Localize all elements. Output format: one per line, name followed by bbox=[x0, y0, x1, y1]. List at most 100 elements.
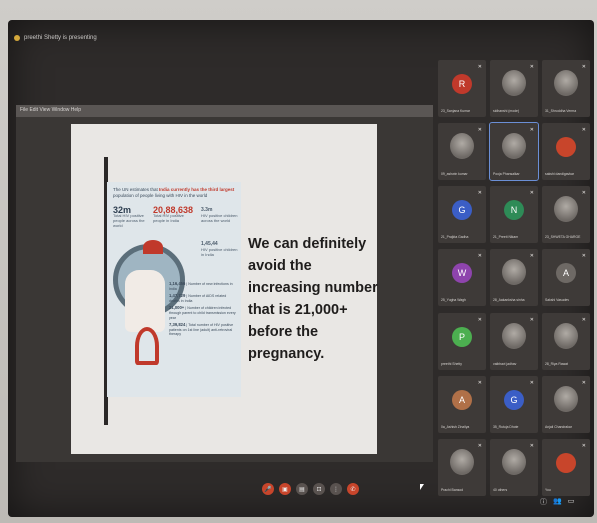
mic-off-icon: ✕ bbox=[581, 253, 586, 260]
participant-name: You bbox=[545, 487, 551, 492]
participant-name: 0a_Ashish Zinzilya bbox=[441, 424, 470, 429]
participant-tile[interactable]: ✕ 31_Shruddha Verma bbox=[542, 60, 590, 117]
participant-tile[interactable]: A ✕ Sakshi Vasudev bbox=[542, 249, 590, 307]
avatar bbox=[556, 452, 576, 473]
avatar: A bbox=[452, 389, 472, 410]
participant-name: sidhanshi (mode) bbox=[493, 109, 520, 113]
mic-off-icon: ✕ bbox=[477, 64, 482, 70]
participant-tile[interactable]: ✕ You bbox=[542, 438, 590, 496]
stats-list: 1,16,456 | Number of new infections in I… bbox=[169, 281, 237, 340]
red-ribbon-icon bbox=[135, 327, 159, 365]
participant-tile[interactable]: ✕ 40 others bbox=[490, 438, 538, 496]
hands-graphic bbox=[125, 270, 165, 332]
participant-video bbox=[502, 133, 526, 160]
avatar: N bbox=[504, 200, 524, 221]
hiv-infographic: The UN estimates that India currently ha… bbox=[107, 182, 241, 397]
avatar: G bbox=[504, 389, 524, 410]
participant-tile[interactable]: P ✕ preethi Shetty bbox=[438, 312, 486, 370]
share-menu[interactable]: File Edit View Window Help bbox=[20, 107, 81, 113]
participant-tile[interactable]: ✕ 28_Riya Rawat bbox=[542, 312, 590, 370]
list-item: 1,47,729 | Number of AIDS related deaths… bbox=[169, 293, 227, 303]
info-icon[interactable]: ⓘ bbox=[540, 497, 547, 507]
participant-video bbox=[502, 322, 526, 349]
participant-name: preethi Shetty bbox=[441, 361, 462, 366]
leave-button[interactable]: ✆ bbox=[347, 483, 359, 495]
participant-tile[interactable]: ✕ sidhanshi (mode) bbox=[490, 60, 538, 117]
participant-grid: R ✕ 23_Sanjana Kumar ✕ sidhanshi (mode) ✕ 31_S… bbox=[438, 60, 592, 498]
globe-highlight bbox=[143, 240, 163, 254]
participant-tile[interactable]: A ✕ 0a_Ashish Zinzilya bbox=[438, 375, 486, 433]
mouse-cursor-icon bbox=[420, 484, 424, 490]
people-icon[interactable]: 👥 bbox=[553, 497, 562, 507]
mic-button[interactable]: 🎤 bbox=[262, 483, 274, 495]
participant-name: 28_Aakanksha sinha bbox=[493, 298, 525, 303]
mic-off-icon: ✕ bbox=[477, 127, 482, 134]
mic-off-icon: ✕ bbox=[477, 316, 482, 323]
captions-button[interactable]: ▤ bbox=[296, 483, 308, 495]
list-item: 21,000+ | Number of children infected th… bbox=[169, 305, 236, 320]
participant-tile[interactable]: ✕ Prachi Bansod bbox=[438, 438, 486, 496]
participant-tile[interactable]: ✕ 28_Aakanksha sinha bbox=[490, 249, 538, 307]
mic-off-icon: ✕ bbox=[529, 127, 534, 134]
participant-video bbox=[554, 70, 578, 96]
participant-name: 23_Sanjana Kumar bbox=[441, 109, 471, 113]
mic-off-icon: ✕ bbox=[529, 379, 534, 386]
infographic-headline: The UN estimates that India currently ha… bbox=[113, 187, 235, 198]
mic-off-icon: ✕ bbox=[581, 64, 586, 70]
participant-video bbox=[554, 196, 578, 223]
stat-world-total: 32m Total HIV positive people across the… bbox=[113, 205, 145, 229]
participant-video bbox=[502, 70, 526, 96]
participant-video bbox=[554, 385, 578, 412]
right-controls: ⓘ 👥 ▭ bbox=[540, 497, 574, 507]
mic-off-icon: ✕ bbox=[581, 316, 586, 323]
participant-name: 31_Shruddha Verma bbox=[545, 109, 577, 113]
avatar: G bbox=[452, 200, 472, 221]
participant-name: 21_Prajkta Gadha bbox=[441, 235, 469, 240]
participant-tile[interactable]: ✕ Pooja Phansalkar bbox=[489, 122, 539, 182]
participant-tile[interactable]: R ✕ 23_Sanjana Kumar bbox=[438, 60, 486, 117]
participant-name: sakshi dandigavkar bbox=[545, 172, 575, 177]
mic-off-icon: ✕ bbox=[477, 253, 482, 260]
avatar: W bbox=[452, 263, 472, 284]
participant-name: 21_Preeti Nikam bbox=[493, 235, 519, 240]
avatar: P bbox=[452, 326, 472, 347]
mic-off-icon: ✕ bbox=[581, 379, 586, 386]
mic-off-icon: ✕ bbox=[477, 379, 482, 386]
mic-off-icon: ✕ bbox=[581, 442, 586, 449]
presenting-dot-icon bbox=[14, 35, 20, 41]
call-controls: 🎤 ▣ ▤ ⊡ ⋮ ✆ bbox=[262, 483, 359, 495]
participant-video bbox=[450, 448, 474, 475]
participant-name: Sakshi Vasudev bbox=[545, 298, 570, 303]
participant-tile[interactable]: G ✕ 35_Rutuja Dhote bbox=[490, 375, 538, 433]
participant-tile[interactable]: ✕ sakshi dandigavkar bbox=[542, 123, 590, 181]
participant-tile[interactable]: ✕ vaibhavi jadhav bbox=[490, 312, 538, 370]
participant-tile[interactable]: G ✕ 21_Prajkta Gadha bbox=[438, 186, 486, 244]
camera-button[interactable]: ▣ bbox=[279, 483, 291, 495]
participant-name: 35_Rutuja Dhote bbox=[493, 424, 519, 429]
more-button[interactable]: ⋮ bbox=[330, 483, 342, 495]
present-button[interactable]: ⊡ bbox=[313, 483, 325, 495]
mic-off-icon: ✕ bbox=[529, 316, 534, 323]
mic-off-icon: ✕ bbox=[529, 64, 534, 70]
mic-off-icon: ✕ bbox=[529, 253, 534, 260]
participant-video bbox=[502, 448, 526, 475]
participant-tile[interactable]: ✕ 09_ashwin kumar bbox=[438, 123, 486, 181]
participant-name: 40 others bbox=[493, 487, 508, 492]
stat-world-children: 3.3m HIV positive children across the wo… bbox=[201, 207, 238, 224]
participant-name: 28_Riya Rawat bbox=[545, 361, 568, 366]
participant-tile[interactable]: ✕ Anjali Chandrakar bbox=[542, 375, 590, 433]
avatar: R bbox=[452, 74, 472, 94]
chat-icon[interactable]: ▭ bbox=[568, 497, 575, 507]
participant-video bbox=[502, 259, 526, 286]
mic-off-icon: ✕ bbox=[477, 190, 482, 197]
participant-name: Pooja Phansalkar bbox=[493, 172, 520, 177]
participant-tile[interactable]: N ✕ 21_Preeti Nikam bbox=[490, 186, 538, 244]
participant-tile[interactable]: ✕ 23_SHWETA GHARGE bbox=[542, 186, 590, 244]
participant-name: 25_Yugha Wagh bbox=[441, 298, 466, 303]
participant-tile[interactable]: W ✕ 25_Yugha Wagh bbox=[438, 249, 486, 307]
avatar: A bbox=[556, 263, 576, 284]
mic-off-icon: ✕ bbox=[529, 442, 534, 449]
slide-body-text: We can definitely avoid the increasing n… bbox=[248, 236, 378, 362]
participant-video bbox=[554, 322, 578, 349]
mic-off-icon: ✕ bbox=[581, 127, 586, 134]
